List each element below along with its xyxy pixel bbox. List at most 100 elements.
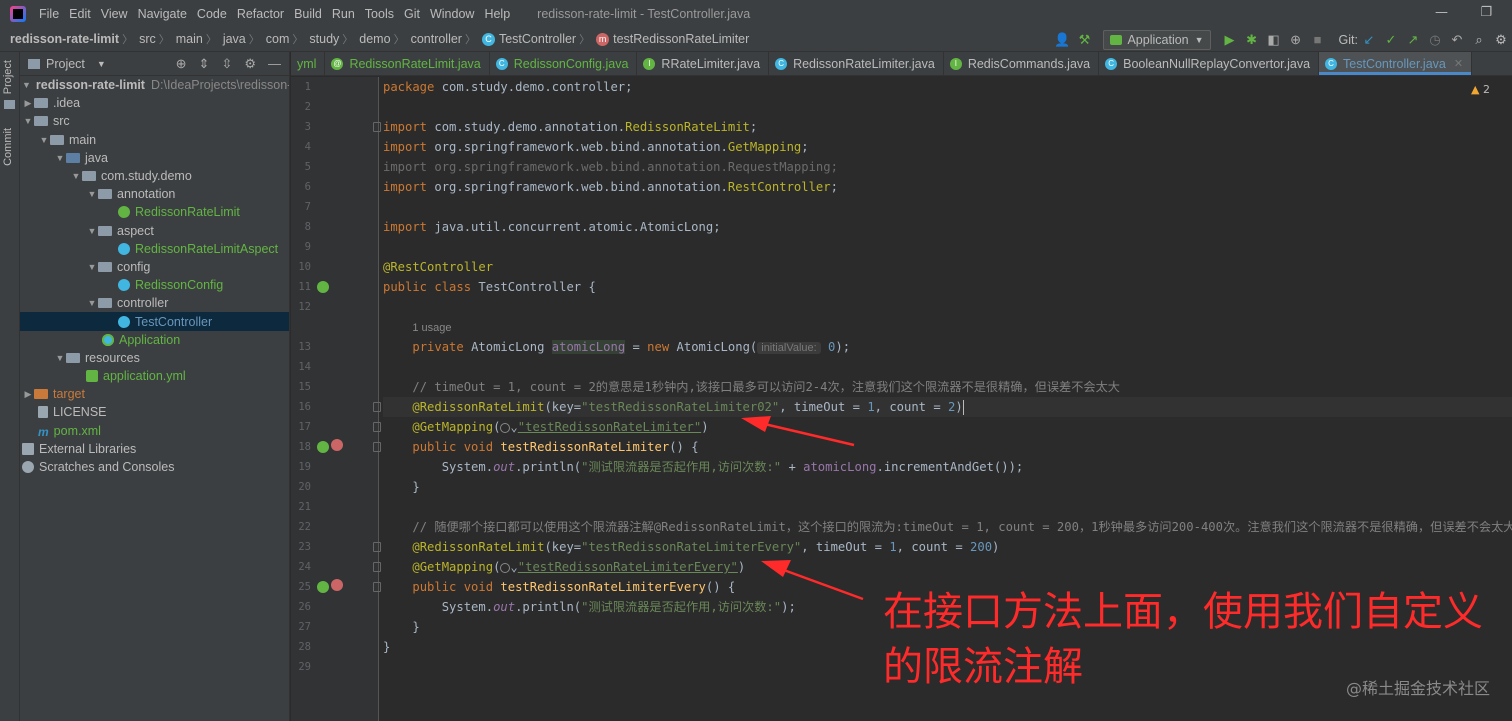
fold-icon[interactable] xyxy=(373,582,381,592)
menu-navigate[interactable]: Navigate xyxy=(133,7,192,21)
tab-redisson-rate-limit[interactable]: @ RedissonRateLimit.java xyxy=(325,52,490,75)
build-hammer-icon[interactable]: ⚒ xyxy=(1073,32,1095,48)
tab-test-controller[interactable]: C TestController.java ✕ xyxy=(1319,52,1473,75)
tree-item-idea[interactable]: ▶ .idea xyxy=(20,94,289,112)
line-number: 20 xyxy=(298,481,311,493)
gear-icon[interactable]: ⚙ xyxy=(244,56,256,72)
minimize-icon[interactable]: — xyxy=(1435,5,1448,20)
tab-boolean-null-convertor[interactable]: C BooleanNullReplayConvertor.java xyxy=(1099,52,1320,75)
close-icon[interactable]: ✕ xyxy=(1454,57,1463,70)
menu-help[interactable]: Help xyxy=(479,7,515,21)
run-icon[interactable]: ▶ xyxy=(1219,32,1241,48)
locate-icon[interactable]: ⊕ xyxy=(176,56,187,72)
breadcrumb-controller[interactable]: controller xyxy=(405,32,465,46)
collapse-all-icon[interactable]: ⇳ xyxy=(221,56,232,72)
tree-item-external-libraries[interactable]: External Libraries xyxy=(20,440,289,458)
tree-item-main[interactable]: ▼ main xyxy=(20,131,289,149)
breadcrumb-java[interactable]: java xyxy=(217,32,249,46)
fold-icon[interactable] xyxy=(373,422,381,432)
history-icon[interactable]: ◷ xyxy=(1424,32,1446,48)
tree-item-config[interactable]: ▼ config xyxy=(20,258,289,276)
main-toolbar: 👤 ⚒ Application ▼ ▶ ✱ ◧ ⊕ ■ Git: ↙ ✓ ↗ ◷… xyxy=(1051,27,1512,52)
tree-item-aspect[interactable]: ▼ aspect xyxy=(20,222,289,240)
breadcrumb-com[interactable]: com xyxy=(260,32,293,46)
run-config-selector[interactable]: Application ▼ xyxy=(1103,29,1211,50)
breadcrumb-study[interactable]: study xyxy=(303,32,342,46)
tree-item-scratches[interactable]: Scratches and Consoles xyxy=(20,458,289,476)
web-endpoint-icon[interactable] xyxy=(331,579,343,591)
web-endpoint-icon[interactable] xyxy=(331,439,343,451)
tree-item-package[interactable]: ▼ com.study.demo xyxy=(20,167,289,185)
tree-item-test-controller[interactable]: TestController xyxy=(20,312,289,331)
menu-code[interactable]: Code xyxy=(192,7,232,21)
folder-icon xyxy=(4,100,15,109)
restore-icon[interactable]: ❐ xyxy=(1480,5,1492,20)
breadcrumb-class[interactable]: C TestController xyxy=(476,32,579,46)
fold-icon[interactable] xyxy=(373,122,381,132)
git-update-icon[interactable]: ↙ xyxy=(1358,32,1380,48)
breadcrumb-demo[interactable]: demo xyxy=(353,32,393,46)
chevron-down-icon[interactable]: ▼ xyxy=(97,59,106,69)
tree-item-root[interactable]: ▼ redisson-rate-limit D:\IdeaProjects\re… xyxy=(20,76,289,94)
menu-file[interactable]: File xyxy=(34,7,64,21)
tree-item-src[interactable]: ▼ src xyxy=(20,112,289,130)
spring-bean-icon[interactable] xyxy=(317,581,329,593)
fold-icon[interactable] xyxy=(373,442,381,452)
menu-edit[interactable]: Edit xyxy=(64,7,96,21)
tree-item-redisson-rate-limit[interactable]: RedissonRateLimit xyxy=(20,203,289,221)
spring-bean-icon[interactable] xyxy=(317,281,329,293)
menu-git[interactable]: Git xyxy=(399,7,425,21)
coverage-icon[interactable]: ◧ xyxy=(1263,32,1285,48)
tree-label: resources xyxy=(85,350,140,365)
git-commit-icon[interactable]: ✓ xyxy=(1380,32,1402,48)
tab-redisson-config[interactable]: C RedissonConfig.java xyxy=(490,52,638,75)
tab-redisson-ratelimiter[interactable]: C RedissonRateLimiter.java xyxy=(769,52,944,75)
git-push-icon[interactable]: ↗ xyxy=(1402,32,1424,48)
breadcrumb-method[interactable]: m testRedissonRateLimiter xyxy=(590,32,752,46)
tool-tab-commit[interactable]: Commit xyxy=(2,128,14,166)
scratches-icon xyxy=(22,461,34,474)
tree-item-java[interactable]: ▼ java xyxy=(20,149,289,167)
tab-rratelimiter[interactable]: I RRateLimiter.java xyxy=(637,52,770,75)
hide-icon[interactable]: — xyxy=(268,56,281,72)
tree-item-pom[interactable]: m pom.xml xyxy=(20,422,289,440)
tree-item-resources[interactable]: ▼ resources xyxy=(20,349,289,367)
spring-bean-icon[interactable] xyxy=(317,441,329,453)
profile-icon[interactable]: ⊕ xyxy=(1285,32,1307,48)
tab-label: yml xyxy=(297,56,317,71)
tab-redis-commands[interactable]: I RedisCommands.java xyxy=(944,52,1100,75)
expand-all-icon[interactable]: ⇕ xyxy=(199,56,210,72)
menu-view[interactable]: View xyxy=(96,7,133,21)
menu-window[interactable]: Window xyxy=(425,7,479,21)
tool-tab-project[interactable]: Project xyxy=(2,60,14,94)
breadcrumb-src[interactable]: src xyxy=(133,32,159,46)
breadcrumb-project[interactable]: redisson-rate-limit xyxy=(0,32,122,46)
debug-icon[interactable]: ✱ xyxy=(1241,32,1263,48)
tree-item-license[interactable]: LICENSE xyxy=(20,403,289,421)
stop-icon[interactable]: ■ xyxy=(1307,32,1329,47)
menu-run[interactable]: Run xyxy=(327,7,360,21)
tree-item-annotation[interactable]: ▼ annotation xyxy=(20,185,289,203)
search-icon[interactable]: ⌕ xyxy=(1468,32,1490,48)
user-icon[interactable]: 👤 xyxy=(1051,32,1073,48)
fold-icon[interactable] xyxy=(373,542,381,552)
tree-item-aspect-class[interactable]: RedissonRateLimitAspect xyxy=(20,240,289,258)
tree-item-application[interactable]: Application xyxy=(20,331,289,349)
fold-icon[interactable] xyxy=(373,562,381,572)
tree-item-application-yml[interactable]: application.yml xyxy=(20,367,289,385)
breadcrumb-main[interactable]: main xyxy=(170,32,206,46)
chevron-right-icon: 〉 xyxy=(393,34,405,46)
intellij-logo-icon xyxy=(10,5,26,22)
fold-icon[interactable] xyxy=(373,402,381,412)
settings-icon[interactable]: ⚙ xyxy=(1490,32,1512,48)
project-panel-title[interactable]: Project xyxy=(46,57,85,71)
tab-yml[interactable]: yml xyxy=(291,52,326,75)
tree-item-controller[interactable]: ▼ controller xyxy=(20,294,289,312)
code-editor[interactable]: 1 2 3 4 5 6 7 8 9 10 11 12 13 14 15 16 17 18 19 20 21 22 23 24 2… xyxy=(291,77,1512,721)
menu-build[interactable]: Build xyxy=(289,7,327,21)
tree-item-target[interactable]: ▶ target xyxy=(20,385,289,403)
menu-refactor[interactable]: Refactor xyxy=(232,7,289,21)
rollback-icon[interactable]: ↶ xyxy=(1446,32,1468,48)
tree-item-config-class[interactable]: RedissonConfig xyxy=(20,276,289,294)
menu-tools[interactable]: Tools xyxy=(360,7,399,21)
